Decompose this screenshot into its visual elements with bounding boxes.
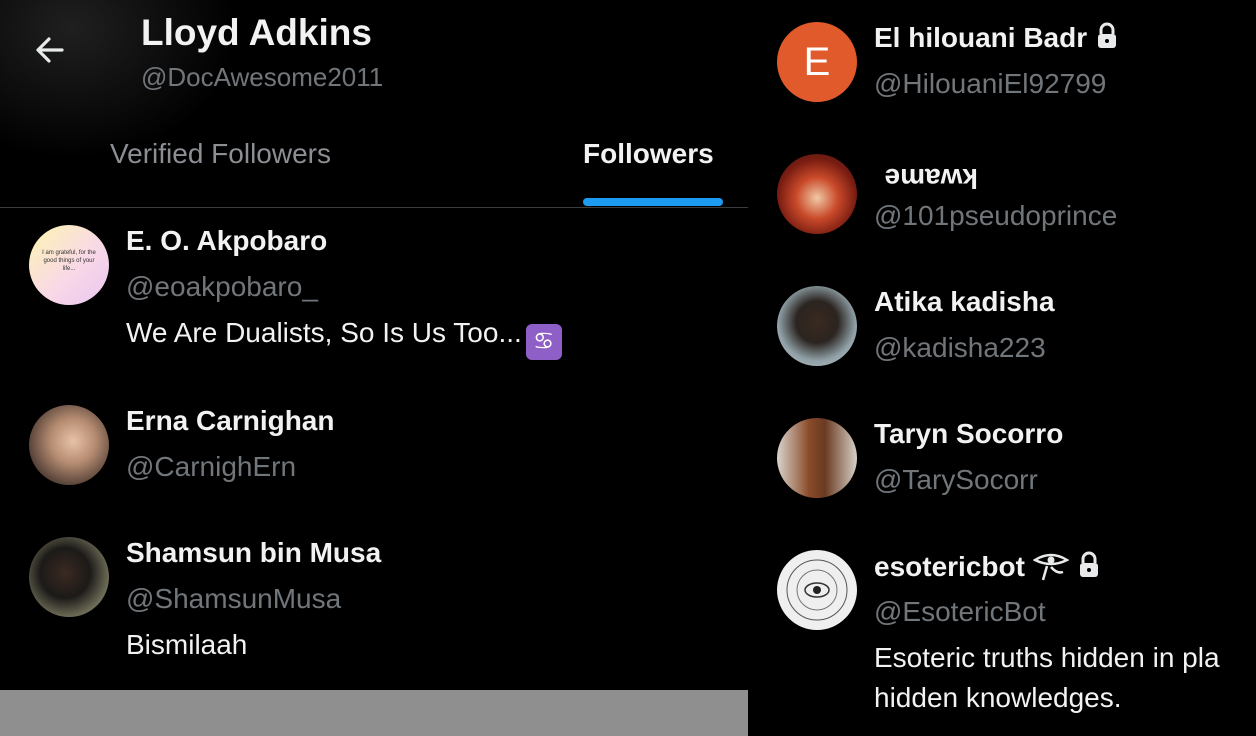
user-bio: Bismilaah: [126, 629, 248, 660]
list-item[interactable]: E El hilouani Badr @HilouaniEl92799: [777, 22, 1247, 112]
user-bio: We Are Dualists, So Is Us Too... ♋: [126, 317, 562, 360]
user-name[interactable]: esotericbot: [874, 550, 1101, 589]
header-divider: [0, 207, 748, 208]
tab-followers[interactable]: Followers: [583, 138, 714, 170]
user-name[interactable]: Shamsun bin Musa: [126, 537, 381, 569]
avatar-letter: E: [803, 40, 831, 84]
user-name[interactable]: kwame: [885, 162, 978, 194]
profile-handle: @DocAwesome2011: [141, 62, 384, 92]
avatar[interactable]: [777, 418, 857, 498]
user-name[interactable]: Atika kadisha: [874, 286, 1055, 318]
avatar[interactable]: [777, 550, 857, 630]
list-item[interactable]: Atika kadisha @kadisha223: [777, 286, 1247, 376]
left-panel: Lloyd Adkins @DocAwesome2011 Verified Fo…: [0, 0, 748, 736]
lock-icon: [1095, 22, 1119, 57]
lock-icon: [1077, 551, 1101, 586]
user-handle: @kadisha223: [874, 332, 1046, 363]
user-handle: @ShamsunMusa: [126, 583, 342, 614]
avatar-quote-text: I am grateful, for the good things of yo…: [42, 250, 96, 272]
user-handle: @101pseudoprince: [874, 200, 1118, 231]
user-bio: Esoteric truths hidden in pla: [874, 642, 1220, 673]
list-item[interactable]: Erna Carnighan @CarnighErn: [29, 405, 729, 495]
profile-name: Lloyd Adkins: [141, 12, 372, 53]
user-handle: @CarnighErn: [126, 451, 297, 482]
back-arrow-icon[interactable]: [30, 30, 70, 70]
avatar[interactable]: [29, 537, 109, 617]
bottom-gray-bar: [0, 690, 748, 736]
user-name-text: esotericbot: [874, 551, 1025, 582]
user-name[interactable]: Taryn Socorro: [874, 418, 1063, 450]
user-name[interactable]: Erna Carnighan: [126, 405, 334, 437]
avatar[interactable]: [777, 286, 857, 366]
user-name[interactable]: El hilouani Badr: [874, 22, 1119, 57]
list-item[interactable]: kwame @101pseudoprince: [777, 154, 1247, 244]
avatar[interactable]: [29, 405, 109, 485]
user-name-text: El hilouani Badr: [874, 22, 1088, 53]
avatar[interactable]: E: [777, 22, 857, 102]
avatar[interactable]: I am grateful, for the good things of yo…: [29, 225, 109, 305]
avatar[interactable]: [777, 154, 857, 234]
active-tab-indicator: [583, 198, 723, 206]
list-item[interactable]: esotericbot @EsotericBot Esoteric truths…: [777, 550, 1256, 730]
eye-artwork-icon: [786, 559, 848, 621]
right-panel: E El hilouani Badr @HilouaniEl92799 kwam…: [748, 0, 1256, 736]
user-handle: @HilouaniEl92799: [874, 68, 1107, 99]
user-handle: @EsotericBot: [874, 596, 1046, 627]
user-bio-line2: hidden knowledges.: [874, 682, 1122, 713]
user-handle: @TarySocorr: [874, 464, 1038, 495]
user-bio-text: We Are Dualists, So Is Us Too...: [126, 317, 522, 348]
list-item[interactable]: I am grateful, for the good things of yo…: [29, 225, 729, 365]
cancer-zodiac-icon: ♋: [525, 324, 562, 360]
list-item[interactable]: Taryn Socorro @TarySocorr: [777, 418, 1247, 508]
eye-of-horus-icon: [1032, 550, 1070, 589]
user-handle: @eoakpobaro_: [126, 271, 318, 302]
user-name[interactable]: E. O. Akpobaro: [126, 225, 327, 257]
list-item[interactable]: Shamsun bin Musa @ShamsunMusa Bismilaah: [29, 537, 729, 677]
tab-verified-followers[interactable]: Verified Followers: [110, 138, 331, 170]
